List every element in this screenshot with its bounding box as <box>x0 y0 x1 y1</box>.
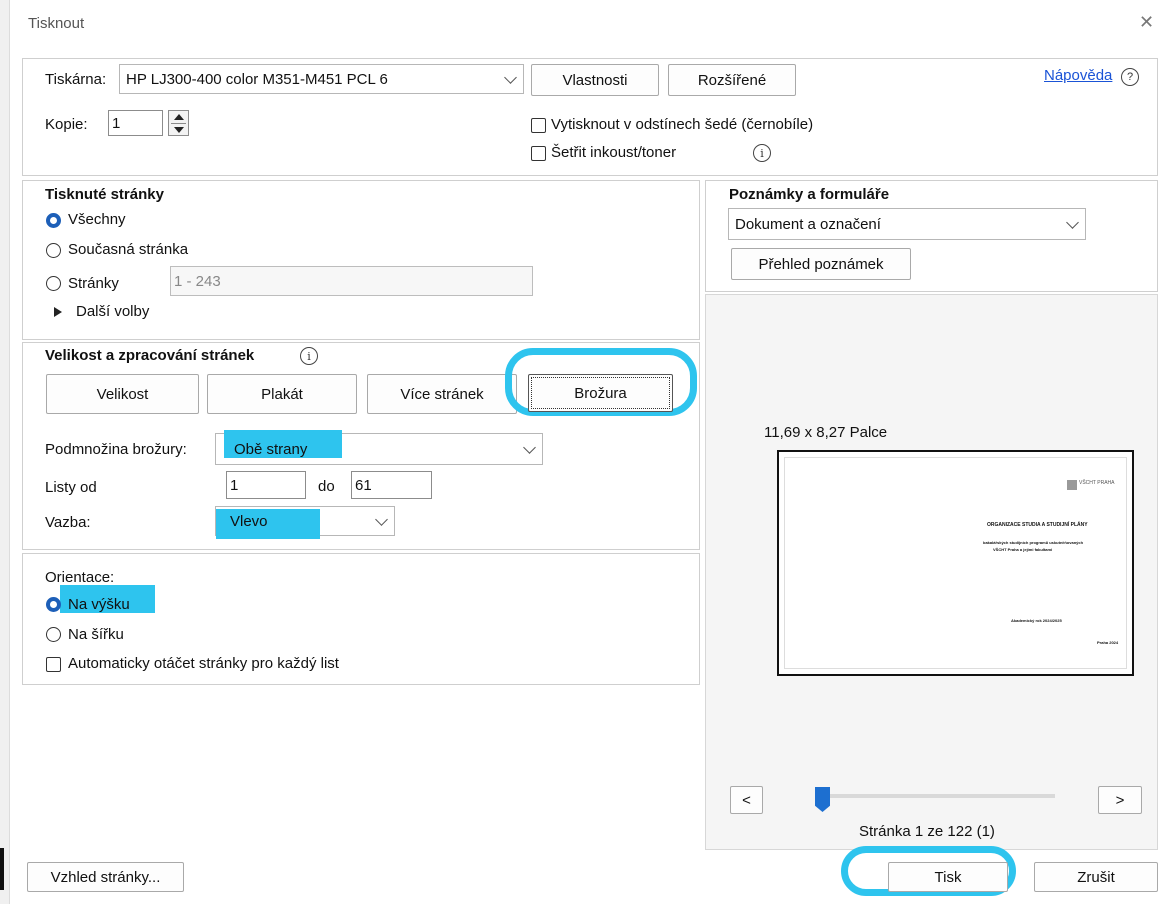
help-link[interactable]: Nápověda <box>1044 67 1112 84</box>
preview-logo-text: VŠCHT PRAHA <box>1079 480 1115 486</box>
preview-doc-subtitle-2: VŠCHT Praha a jejími fakultami <box>993 547 1053 552</box>
printer-select-value: HP LJ300-400 color M351-M451 PCL 6 <box>126 70 388 88</box>
help-icon[interactable]: ? <box>1121 68 1139 86</box>
current-page-label: Současná stránka <box>68 241 189 258</box>
save-ink-checkbox[interactable] <box>531 146 546 161</box>
advanced-button[interactable]: Rozšířené <box>668 64 796 96</box>
copies-input[interactable]: 1 <box>108 110 163 136</box>
printer-select[interactable]: HP LJ300-400 color M351-M451 PCL 6 <box>119 64 524 94</box>
all-pages-label: Všechny <box>68 211 126 228</box>
window-edge-mark <box>0 848 4 890</box>
prev-page-button[interactable]: < <box>730 786 763 814</box>
preview-doc-city: Praha 2024 <box>1097 640 1119 645</box>
pages-range-input[interactable]: 1 - 243 <box>170 266 533 296</box>
stepper-down-icon[interactable] <box>174 127 184 133</box>
orientation-heading: Orientace: <box>45 569 115 586</box>
close-icon[interactable]: ✕ <box>1139 12 1154 33</box>
chevron-down-icon <box>523 441 536 454</box>
printer-label: Tiskárna: <box>45 71 107 88</box>
portrait-radio[interactable] <box>46 597 61 612</box>
comments-select[interactable]: Dokument a označení <box>728 208 1086 240</box>
size-button[interactable]: Velikost <box>46 374 199 414</box>
chevron-down-icon <box>1066 216 1079 229</box>
comments-select-value: Dokument a označení <box>735 215 881 233</box>
page-status-text: Stránka 1 ze 122 (1) <box>859 823 995 840</box>
preview-doc-year: Akademický rok 2024/2025 <box>1011 618 1062 623</box>
page-slider-track[interactable] <box>820 794 1055 798</box>
page-sizing-heading: Velikost a zpracování stránek <box>45 347 255 364</box>
preview-doc-subtitle-1: bakalářských studijních programů uskuteč… <box>983 540 1084 545</box>
stepper-divider <box>171 123 186 124</box>
binding-select[interactable]: Vlevo <box>215 506 395 539</box>
landscape-label: Na šířku <box>68 626 124 643</box>
grayscale-label: Vytisknout v odstínech šedé (černobíle) <box>551 116 814 133</box>
copies-stepper[interactable] <box>168 110 189 136</box>
comments-heading: Poznámky a formuláře <box>729 186 890 203</box>
save-ink-info-icon[interactable]: i <box>753 144 771 162</box>
current-page-radio[interactable] <box>46 243 61 258</box>
binding-label: Vazba: <box>45 514 91 531</box>
window-left-edge <box>0 0 10 904</box>
cancel-button[interactable]: Zrušit <box>1034 862 1158 892</box>
binding-value: Vlevo <box>230 512 268 530</box>
properties-button[interactable]: Vlastnosti <box>531 64 659 96</box>
sheets-to-label: do <box>318 478 335 495</box>
booklet-subset-select[interactable]: Obě strany <box>215 430 543 465</box>
auto-rotate-label: Automaticky otáčet stránky pro každý lis… <box>68 655 339 672</box>
pages-range-label: Stránky <box>68 275 119 292</box>
all-pages-radio[interactable] <box>46 213 61 228</box>
sheets-from-label: Listy od <box>45 479 97 496</box>
preview-size-text: 11,69 x 8,27 Palce <box>764 424 888 441</box>
copies-label: Kopie: <box>45 116 88 133</box>
preview-page: VŠCHT PRAHA ORGANIZACE STUDIA A STUDIJNÍ… <box>777 450 1134 676</box>
landscape-radio[interactable] <box>46 627 61 642</box>
booklet-subset-label: Podmnožina brožury: <box>45 441 187 458</box>
expand-triangle-icon[interactable] <box>54 307 62 317</box>
sheets-from-input[interactable]: 1 <box>226 471 306 499</box>
portrait-label: Na výšku <box>68 596 130 613</box>
save-ink-label: Šetřit inkoust/toner <box>551 144 677 161</box>
sheets-to-input[interactable]: 61 <box>351 471 432 499</box>
booklet-button[interactable]: Brožura <box>528 374 673 412</box>
grayscale-checkbox[interactable] <box>531 118 546 133</box>
more-options-label[interactable]: Další volby <box>76 303 149 320</box>
booklet-subset-value: Obě strany <box>234 440 308 458</box>
stepper-up-icon[interactable] <box>174 114 184 120</box>
poster-button[interactable]: Plakát <box>207 374 357 414</box>
print-button[interactable]: Tisk <box>888 862 1008 892</box>
auto-rotate-checkbox[interactable] <box>46 657 61 672</box>
multiple-pages-button[interactable]: Více stránek <box>367 374 517 414</box>
chevron-down-icon <box>375 513 388 526</box>
chevron-down-icon <box>504 71 517 84</box>
window-title: Tisknout <box>28 15 85 32</box>
comments-summary-button[interactable]: Přehled poznámek <box>731 248 911 280</box>
next-page-button[interactable]: > <box>1098 786 1142 814</box>
page-setup-button[interactable]: Vzhled stránky... <box>27 862 184 892</box>
preview-logo-icon <box>1067 480 1077 490</box>
pages-range-radio[interactable] <box>46 276 61 291</box>
pages-heading: Tisknuté stránky <box>45 186 164 203</box>
preview-doc-title: ORGANIZACE STUDIA A STUDIJNÍ PLÁNY <box>987 522 1088 528</box>
page-sizing-info-icon[interactable]: i <box>300 347 318 365</box>
